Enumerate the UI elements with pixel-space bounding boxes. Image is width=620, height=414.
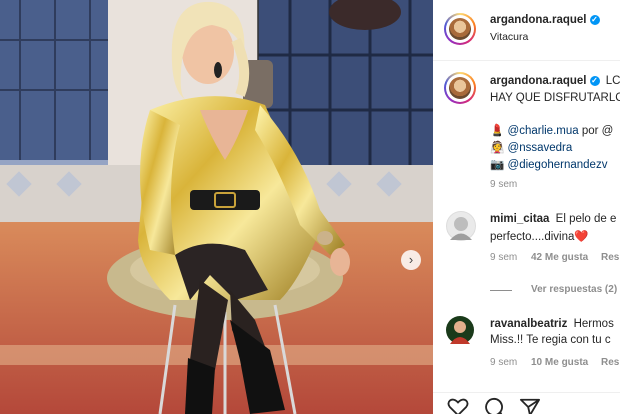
comment-reply-button[interactable]: Res [601,357,619,368]
view-replies-divider [490,290,512,291]
comment-avatar-photo [450,321,470,344]
caption-username-text[interactable]: argandona.raquel [490,75,587,87]
lipstick-icon: 💄 [490,125,505,137]
credit-row-stylist: 👰 @nssavedra [490,140,572,154]
comment-icon[interactable] [483,397,505,414]
caption-age: 9 sem [490,179,518,190]
view-replies-button[interactable]: Ver respuestas (2) [531,284,617,295]
comment-likes[interactable]: 10 Me gusta [531,357,588,368]
comment-text-continued: perfecto....divina [490,231,575,243]
comment-text-line-2: Miss.!! Te regia con tu c [490,334,611,346]
post-image[interactable]: › [0,0,433,414]
camera-icon: 📷 [490,159,505,171]
comment-username[interactable]: mimi_citaa El pelo de e [490,213,616,225]
carousel-next-button[interactable]: › [401,250,421,270]
post-side-panel: argandona.raquel ✓ Vitacura argandona.raq… [433,0,620,414]
post-location[interactable]: Vitacura [490,31,528,43]
author-avatar[interactable] [444,13,476,45]
caption-username[interactable]: argandona.raquel ✓ LC [490,75,620,87]
post-action-bar [433,392,620,414]
comment-age: 9 sem [490,252,518,263]
comment-username[interactable]: ravanalbeatriz Hermos [490,318,614,330]
comment-avatar[interactable] [446,211,476,241]
post-photo-illustration [0,0,433,414]
comment-avatar-photo [450,217,472,240]
comment-text: El pelo de e [555,213,617,225]
comment-text: Hermos [573,318,614,330]
caption-text: LC [605,75,620,87]
share-icon[interactable] [519,397,541,414]
heart-icon[interactable] [447,397,469,414]
heart-emoji-icon: ❤️ [574,231,589,243]
caption-author-avatar[interactable] [444,72,476,104]
comment-username-text[interactable]: mimi_citaa [490,213,549,225]
credit-link-stylist[interactable]: @nssavedra [508,142,573,154]
credit-row-makeup: 💄 @charlie.mua por @ [490,123,613,137]
post-header: argandona.raquel ✓ Vitacura [433,0,620,61]
bride-icon: 👰 [490,142,505,154]
credit-row-photo: 📷 @diegohernandezv [490,157,607,171]
credit-suffix: por @ [578,125,614,137]
credit-link-photo[interactable]: @diegohernandezv [508,159,608,171]
caption-verified-badge-icon: ✓ [589,76,600,86]
author-username-text[interactable]: argandona.raquel [490,14,587,26]
comment-text-line-2: perfecto....divina❤️ [490,229,589,243]
comment-username-text[interactable]: ravanalbeatriz [490,318,567,330]
author-username[interactable]: argandona.raquel ✓ [490,14,600,26]
caption-line-2: HAY QUE DISFRUTARLC [490,92,620,104]
comment-likes[interactable]: 42 Me gusta [531,252,588,263]
comment-reply-button[interactable]: Res [601,252,619,263]
comment-age: 9 sem [490,357,518,368]
comment-avatar[interactable] [446,316,474,344]
credit-link-makeup[interactable]: @charlie.mua [508,125,579,137]
verified-badge-icon: ✓ [589,15,600,25]
